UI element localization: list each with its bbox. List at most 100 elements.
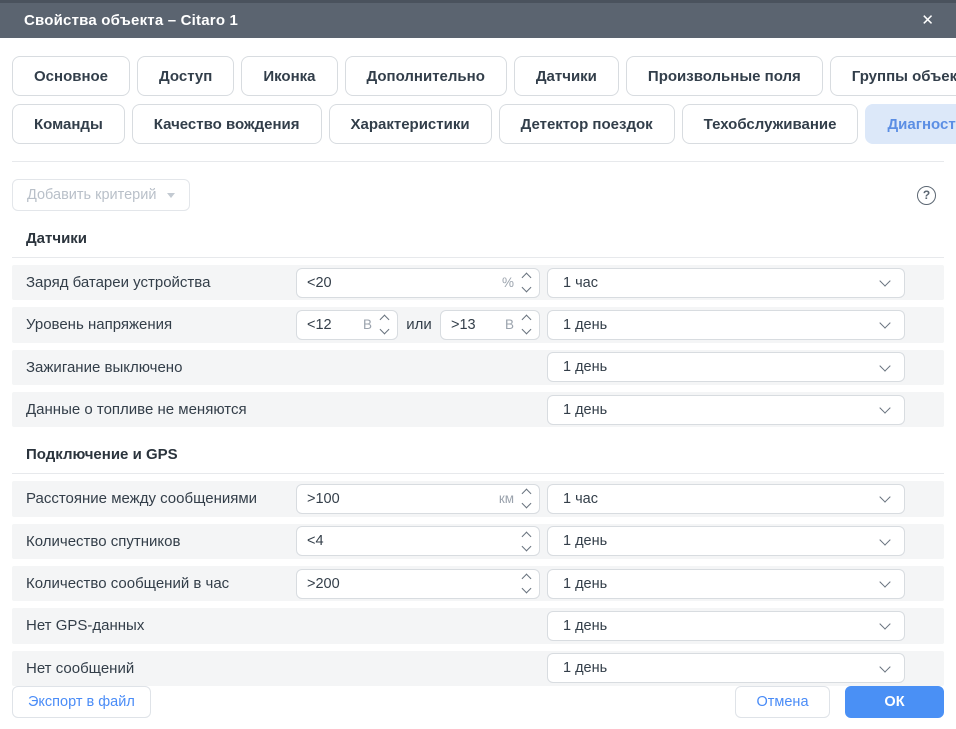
stepper-up-icon[interactable] xyxy=(380,315,390,325)
criterion-controls xyxy=(296,569,540,599)
or-label: или xyxy=(398,316,440,333)
period-value: 1 час xyxy=(563,491,598,507)
threshold-input[interactable] xyxy=(307,275,498,291)
period-select[interactable]: 1 день xyxy=(547,352,905,382)
criterion-row: Зажигание выключено 1 день xyxy=(12,350,944,385)
threshold-input[interactable] xyxy=(307,491,495,507)
value-stepper[interactable] xyxy=(381,316,388,333)
title-bar: Свойства объекта – Citaro 1 ✕ xyxy=(0,0,956,38)
tab-additional[interactable]: Дополнительно xyxy=(345,56,507,96)
tab-commands[interactable]: Команды xyxy=(12,104,125,144)
criterion-row: Нет GPS-данных 1 день xyxy=(12,608,944,643)
tab-bar: Основное Доступ Иконка Дополнительно Дат… xyxy=(0,38,956,152)
stepper-up-icon[interactable] xyxy=(522,489,532,499)
criterion-label: Расстояние между сообщениями xyxy=(26,490,296,507)
ok-button[interactable]: ОК xyxy=(845,686,944,718)
value-stepper[interactable] xyxy=(523,316,530,333)
threshold-input[interactable] xyxy=(307,576,523,592)
criterion-label: Уровень напряжения xyxy=(26,316,296,333)
period-value: 1 день xyxy=(563,618,607,634)
criterion-label: Количество спутников xyxy=(26,533,296,550)
dialog-footer: Экспорт в файл Отмена ОК xyxy=(0,686,956,729)
threshold-input[interactable] xyxy=(307,317,359,333)
stepper-down-icon[interactable] xyxy=(522,325,532,335)
stepper-up-icon[interactable] xyxy=(522,531,532,541)
threshold-input-group: В xyxy=(440,310,540,340)
tab-trip-detector[interactable]: Детектор поездок xyxy=(499,104,675,144)
stepper-down-icon[interactable] xyxy=(522,584,532,594)
criterion-controls: % xyxy=(296,268,540,298)
chevron-down-icon xyxy=(879,619,890,630)
tab-maintenance[interactable]: Техобслуживание xyxy=(682,104,859,144)
threshold-input-group: В xyxy=(296,310,398,340)
tab-unit-groups[interactable]: Группы объектов xyxy=(830,56,956,96)
stepper-down-icon[interactable] xyxy=(522,541,532,551)
criterion-label: Заряд батареи устройства xyxy=(26,274,296,291)
period-value: 1 день xyxy=(563,660,607,676)
unit-label: км xyxy=(499,491,514,506)
window-title: Свойства объекта – Citaro 1 xyxy=(24,12,238,29)
tab-main[interactable]: Основное xyxy=(12,56,130,96)
tab-row-2: Команды Качество вождения Характеристики… xyxy=(12,104,944,144)
section-title-connection-gps: Подключение и GPS xyxy=(12,440,944,474)
stepper-down-icon[interactable] xyxy=(380,325,390,335)
value-stepper[interactable] xyxy=(523,575,530,592)
period-value: 1 день xyxy=(563,576,607,592)
stepper-down-icon[interactable] xyxy=(522,283,532,293)
chevron-down-icon xyxy=(879,318,890,329)
threshold-input[interactable] xyxy=(451,317,501,333)
period-select[interactable]: 1 час xyxy=(547,268,905,298)
tab-access[interactable]: Доступ xyxy=(137,56,234,96)
criterion-label: Количество сообщений в час xyxy=(26,575,296,592)
stepper-up-icon[interactable] xyxy=(522,273,532,283)
chevron-down-icon xyxy=(879,275,890,286)
period-select[interactable]: 1 день xyxy=(547,395,905,425)
threshold-input-group xyxy=(296,526,540,556)
criterion-label: Данные о топливе не меняются xyxy=(26,401,296,418)
period-select[interactable]: 1 час xyxy=(547,484,905,514)
criterion-controls: км xyxy=(296,484,540,514)
help-icon[interactable]: ? xyxy=(917,186,936,205)
period-select[interactable]: 1 день xyxy=(547,310,905,340)
cancel-button[interactable]: Отмена xyxy=(735,686,830,718)
unit-label: В xyxy=(505,317,514,332)
unit-label: В xyxy=(363,317,372,332)
period-value: 1 день xyxy=(563,317,607,333)
stepper-up-icon[interactable] xyxy=(522,315,532,325)
criterion-controls: В или В xyxy=(296,310,540,340)
value-stepper[interactable] xyxy=(523,274,530,291)
period-select[interactable]: 1 день xyxy=(547,526,905,556)
tab-profile[interactable]: Характеристики xyxy=(329,104,492,144)
criterion-row: Количество сообщений в час 1 день xyxy=(12,566,944,601)
value-stepper[interactable] xyxy=(523,490,530,507)
period-value: 1 день xyxy=(563,533,607,549)
tab-sensors[interactable]: Датчики xyxy=(514,56,619,96)
chevron-down-icon xyxy=(879,492,890,503)
chevron-down-icon xyxy=(879,534,890,545)
add-criterion-button[interactable]: Добавить критерий xyxy=(12,179,190,211)
threshold-input-group: км xyxy=(296,484,540,514)
toolbar: Добавить критерий ? xyxy=(0,162,956,211)
tab-row-1: Основное Доступ Иконка Дополнительно Дат… xyxy=(12,56,944,96)
period-select[interactable]: 1 день xyxy=(547,611,905,641)
criterion-row: Нет сообщений 1 день xyxy=(12,651,944,686)
tab-icon[interactable]: Иконка xyxy=(241,56,337,96)
export-to-file-button[interactable]: Экспорт в файл xyxy=(12,686,151,718)
value-stepper[interactable] xyxy=(523,533,530,550)
tab-driving-quality[interactable]: Качество вождения xyxy=(132,104,322,144)
criterion-row: Расстояние между сообщениями км 1 час xyxy=(12,481,944,516)
chevron-down-icon xyxy=(879,402,890,413)
section-title-sensors: Датчики xyxy=(12,224,944,258)
tab-custom-fields[interactable]: Произвольные поля xyxy=(626,56,823,96)
chevron-down-icon xyxy=(879,661,890,672)
close-icon[interactable]: ✕ xyxy=(915,9,940,32)
criterion-row: Количество спутников 1 день xyxy=(12,524,944,559)
threshold-input[interactable] xyxy=(307,533,523,549)
stepper-down-icon[interactable] xyxy=(522,499,532,509)
period-select[interactable]: 1 день xyxy=(547,569,905,599)
add-criterion-label: Добавить критерий xyxy=(27,187,156,203)
unit-label: % xyxy=(502,275,514,290)
tab-diagnostics[interactable]: Диагностика xyxy=(865,104,956,144)
stepper-up-icon[interactable] xyxy=(522,574,532,584)
period-select[interactable]: 1 день xyxy=(547,653,905,683)
